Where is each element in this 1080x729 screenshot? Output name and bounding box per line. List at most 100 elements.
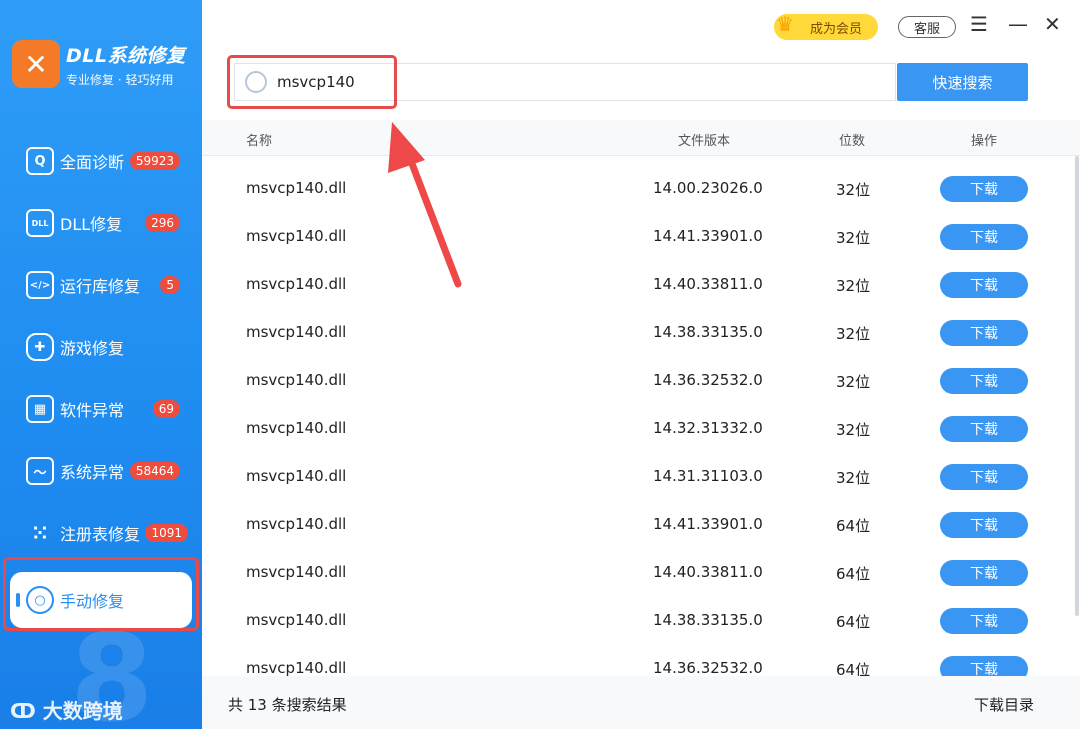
watermark-text: 大数跨境: [42, 699, 123, 723]
file-name: msvcp140.dll: [246, 275, 347, 293]
download-button[interactable]: 下载: [940, 272, 1028, 298]
title-bar: ♛ 成为会员 客服 ☰ — ✕: [202, 0, 1080, 50]
file-version: 14.00.23026.0: [653, 179, 763, 197]
customer-service-button[interactable]: 客服: [898, 16, 956, 38]
sidebar-item-label: 系统异常: [60, 463, 125, 482]
result-count: 共 13 条搜索结果: [228, 696, 347, 714]
file-name: msvcp140.dll: [246, 227, 347, 245]
watermark: ↀ 大数跨境: [10, 695, 123, 724]
download-button[interactable]: 下载: [940, 560, 1028, 586]
column-header-action: 操作: [971, 134, 998, 149]
footer: 共 13 条搜索结果 下载目录: [202, 676, 1080, 729]
table-row: msvcp140.dll 14.40.33811.0 64位 下载: [202, 550, 1072, 598]
count-badge: 296: [145, 214, 180, 232]
sidebar-item-full-diagnosis[interactable]: Q 全面诊断 59923: [10, 130, 192, 192]
sidebar-item-label: 软件异常: [60, 401, 125, 420]
table-header: 名称 文件版本 位数 操作: [202, 120, 1080, 156]
monitor-icon: 〜: [26, 457, 54, 485]
table-row: msvcp140.dll 14.41.33901.0 64位 下载: [202, 502, 1072, 550]
sidebar-nav: Q 全面诊断 59923 DLL DLL修复 296 </> 运行库修复 5 ✚…: [10, 130, 192, 628]
file-version: 14.40.33811.0: [653, 275, 763, 293]
file-bits: 32位: [836, 373, 871, 391]
column-header-version: 文件版本: [678, 134, 731, 149]
sidebar-item-label: 游戏修复: [60, 339, 125, 358]
arrow-shaft: [402, 144, 462, 288]
watermark-logo-icon: ↀ: [10, 699, 43, 723]
sidebar-item-label: DLL修复: [60, 215, 123, 234]
highlight-box-search: [227, 55, 397, 109]
file-bits: 64位: [836, 517, 871, 535]
file-bits: 32位: [836, 181, 871, 199]
menu-icon[interactable]: ☰: [970, 12, 988, 36]
column-header-name: 名称: [246, 134, 273, 149]
table-row: msvcp140.dll 14.38.33135.0 64位 下载: [202, 598, 1072, 646]
download-button[interactable]: 下载: [940, 368, 1028, 394]
app-title: DLL系统修复: [66, 44, 186, 67]
sidebar-item-label: 全面诊断: [60, 153, 125, 172]
download-button[interactable]: 下载: [940, 608, 1028, 634]
sidebar-item-system-error[interactable]: 〜 系统异常 58464: [10, 440, 192, 502]
count-badge: 58464: [129, 462, 180, 480]
file-name: msvcp140.dll: [246, 179, 347, 197]
app-grid-icon: ▦: [26, 395, 54, 423]
dll-file-icon: DLL: [26, 209, 54, 237]
download-button[interactable]: 下载: [940, 416, 1028, 442]
sidebar-item-registry-repair[interactable]: ⁙ 注册表修复 1091: [10, 502, 192, 564]
file-name: msvcp140.dll: [246, 323, 347, 341]
sidebar-item-software-error[interactable]: ▦ 软件异常 69: [10, 378, 192, 440]
download-button[interactable]: 下载: [940, 656, 1028, 676]
sidebar-item-dll-repair[interactable]: DLL DLL修复 296: [10, 192, 192, 254]
download-button[interactable]: 下载: [940, 176, 1028, 202]
table-row: msvcp140.dll 14.36.32532.0 32位 下载: [202, 358, 1072, 406]
brand: ✕ DLL系统修复 专业修复 · 轻巧好用: [12, 40, 186, 88]
annotation-arrow: [388, 122, 462, 288]
magnifier-icon: Q: [26, 147, 54, 175]
file-bits: 32位: [836, 469, 871, 487]
table-row: msvcp140.dll 14.41.33901.0 32位 下载: [202, 214, 1072, 262]
count-badge: 5: [160, 276, 180, 294]
sidebar-item-game-repair[interactable]: ✚ 游戏修复: [10, 316, 192, 378]
file-version: 14.32.31332.0: [653, 419, 763, 437]
file-bits: 32位: [836, 277, 871, 295]
file-name: msvcp140.dll: [246, 563, 347, 581]
download-directory-link[interactable]: 下载目录: [974, 694, 1034, 715]
sidebar-item-label: 运行库修复: [60, 277, 141, 296]
file-name: msvcp140.dll: [246, 515, 347, 533]
file-bits: 32位: [836, 325, 871, 343]
app-subtitle: 专业修复 · 轻巧好用: [66, 72, 174, 87]
wrench-logo-icon: ✕: [12, 40, 60, 88]
file-version: 14.31.31103.0: [653, 467, 763, 485]
vip-button[interactable]: ♛ 成为会员: [774, 12, 878, 40]
download-button[interactable]: 下载: [940, 224, 1028, 250]
quick-search-button[interactable]: 快速搜索: [897, 63, 1028, 101]
crown-icon: ♛: [776, 12, 794, 36]
file-bits: 64位: [836, 661, 871, 676]
download-button[interactable]: 下载: [940, 320, 1028, 346]
file-version: 14.38.33135.0: [653, 323, 763, 341]
download-button[interactable]: 下载: [940, 464, 1028, 490]
count-badge: 1091: [145, 524, 188, 542]
count-badge: 69: [152, 400, 180, 418]
file-bits: 32位: [836, 229, 871, 247]
file-name: msvcp140.dll: [246, 659, 347, 676]
file-version: 14.40.33811.0: [653, 563, 763, 581]
results-table: msvcp140.dll 14.00.23026.0 32位 下载 msvcp1…: [202, 156, 1080, 676]
file-name: msvcp140.dll: [246, 611, 347, 629]
gamepad-icon: ✚: [26, 333, 54, 361]
table-row: msvcp140.dll 14.00.23026.0 32位 下载: [202, 166, 1072, 214]
vip-label: 成为会员: [810, 21, 863, 37]
download-button[interactable]: 下载: [940, 512, 1028, 538]
file-name: msvcp140.dll: [246, 419, 347, 437]
minimize-icon[interactable]: —: [1008, 12, 1028, 36]
table-row: msvcp140.dll 14.31.31103.0 32位 下载: [202, 454, 1072, 502]
sidebar-item-label: 注册表修复: [60, 525, 141, 544]
table-row: msvcp140.dll 14.36.32532.0 64位 下载: [202, 646, 1072, 676]
arrow-head: [388, 122, 425, 173]
file-bits: 32位: [836, 421, 871, 439]
file-version: 14.36.32532.0: [653, 659, 763, 676]
scrollbar[interactable]: [1075, 156, 1079, 616]
column-header-bits: 位数: [839, 134, 866, 149]
file-bits: 64位: [836, 613, 871, 631]
close-icon[interactable]: ✕: [1044, 12, 1061, 36]
sidebar-item-runtime-repair[interactable]: </> 运行库修复 5: [10, 254, 192, 316]
